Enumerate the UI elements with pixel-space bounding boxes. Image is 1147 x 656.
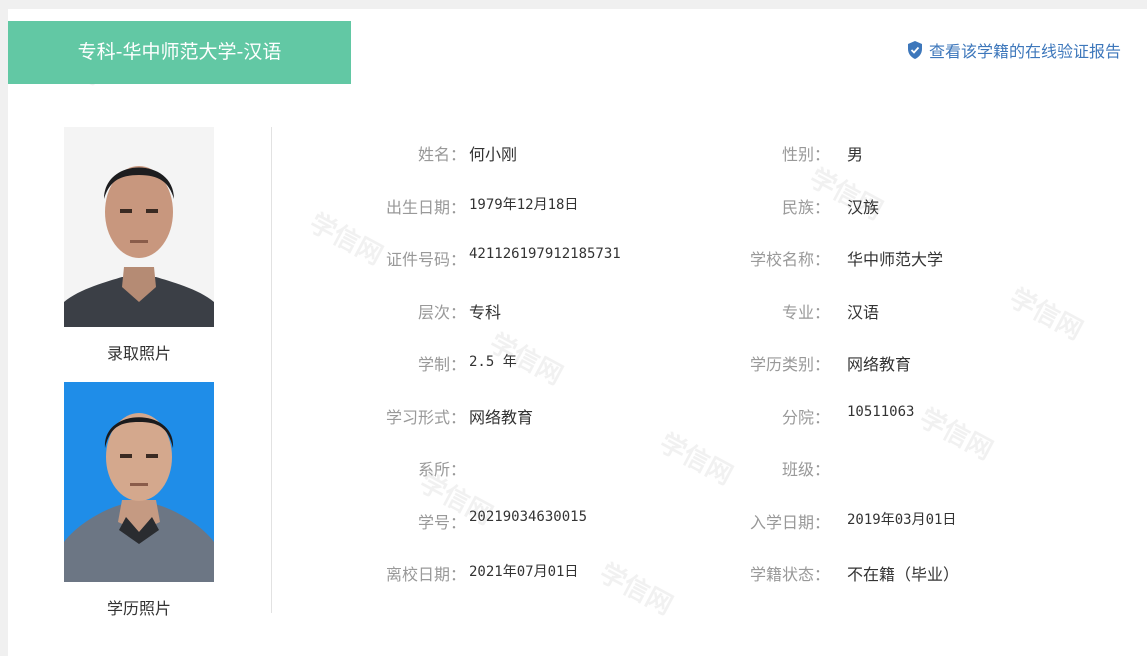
- branch-label: 分院：: [781, 407, 830, 427]
- ethnicity-value: 汉族: [847, 197, 880, 217]
- field-row: 系所： 班级：: [8, 456, 1147, 486]
- name-value: 何小刚: [469, 145, 518, 164]
- gender-label: 性别：: [781, 145, 830, 164]
- verify-link-label[interactable]: 查看该学籍的在线验证报告: [929, 38, 1121, 62]
- record-title-tab: 专科-华中师范大学-汉语: [8, 21, 351, 84]
- field-row: 出生日期： 1979年12月18日 民族： 汉族: [8, 194, 1147, 224]
- study-mode-value: 网络教育: [469, 407, 534, 427]
- enrollment-date-label: 入学日期：: [749, 512, 830, 532]
- id-number-value: 421126197912185731: [469, 246, 621, 262]
- field-row: 学制： 2.5 年 学历类别： 网络教育: [8, 351, 1147, 381]
- leave-date-label: 离校日期：: [385, 565, 466, 584]
- level-label: 层次：: [417, 302, 466, 322]
- major-label: 专业：: [781, 302, 830, 322]
- student-number-value: 20219034630015: [469, 508, 588, 525]
- field-row: 学习形式： 网络教育 分院： 10511063: [8, 404, 1147, 434]
- field-row: 学号： 20219034630015 入学日期： 2019年03月01日: [8, 509, 1147, 539]
- field-row: 离校日期： 2021年07月01日 学籍状态： 不在籍（毕业）: [8, 561, 1147, 591]
- enrollment-status-label: 学籍状态：: [749, 565, 830, 584]
- study-mode-label: 学习形式：: [385, 407, 466, 427]
- department-label: 系所：: [417, 460, 466, 479]
- school-name-label: 学校名称：: [749, 250, 830, 269]
- id-number-label: 证件号码：: [385, 250, 466, 269]
- degree-photo-caption: 学历照片: [106, 599, 171, 618]
- shield-check-icon: [907, 41, 922, 59]
- enrollment-date-value: 2019年03月01日: [847, 511, 957, 528]
- level-value: 专科: [469, 302, 502, 322]
- ethnicity-label: 民族：: [781, 197, 830, 217]
- duration-label: 学制：: [417, 355, 466, 374]
- school-name-value: 华中师范大学: [847, 250, 944, 269]
- student-record-card: 学信网 学信网 学信网 学信网 学信网 学信网 学信网 学信网 学信网 专科-华…: [8, 9, 1147, 656]
- field-row: 层次： 专科 专业： 汉语: [8, 299, 1147, 329]
- leave-date-value: 2021年07月01日: [469, 564, 579, 580]
- student-number-label: 学号：: [417, 512, 466, 532]
- online-verification-report-link[interactable]: 查看该学籍的在线验证报告: [907, 38, 1121, 62]
- birth-date-label: 出生日期：: [385, 197, 466, 217]
- class-label: 班级：: [781, 460, 830, 479]
- birth-date-value: 1979年12月18日: [469, 196, 579, 213]
- field-row: 证件号码： 421126197912185731 学校名称： 华中师范大学: [8, 246, 1147, 276]
- duration-value: 2.5 年: [469, 354, 517, 370]
- education-type-label: 学历类别：: [749, 355, 830, 374]
- education-type-value: 网络教育: [847, 355, 912, 374]
- gender-value: 男: [847, 145, 864, 164]
- major-value: 汉语: [847, 302, 880, 322]
- branch-value: 10511063: [847, 403, 915, 420]
- field-row: 姓名： 何小刚 性别： 男: [8, 141, 1147, 171]
- name-label: 姓名：: [417, 145, 466, 164]
- enrollment-status-value: 不在籍（毕业）: [847, 565, 960, 584]
